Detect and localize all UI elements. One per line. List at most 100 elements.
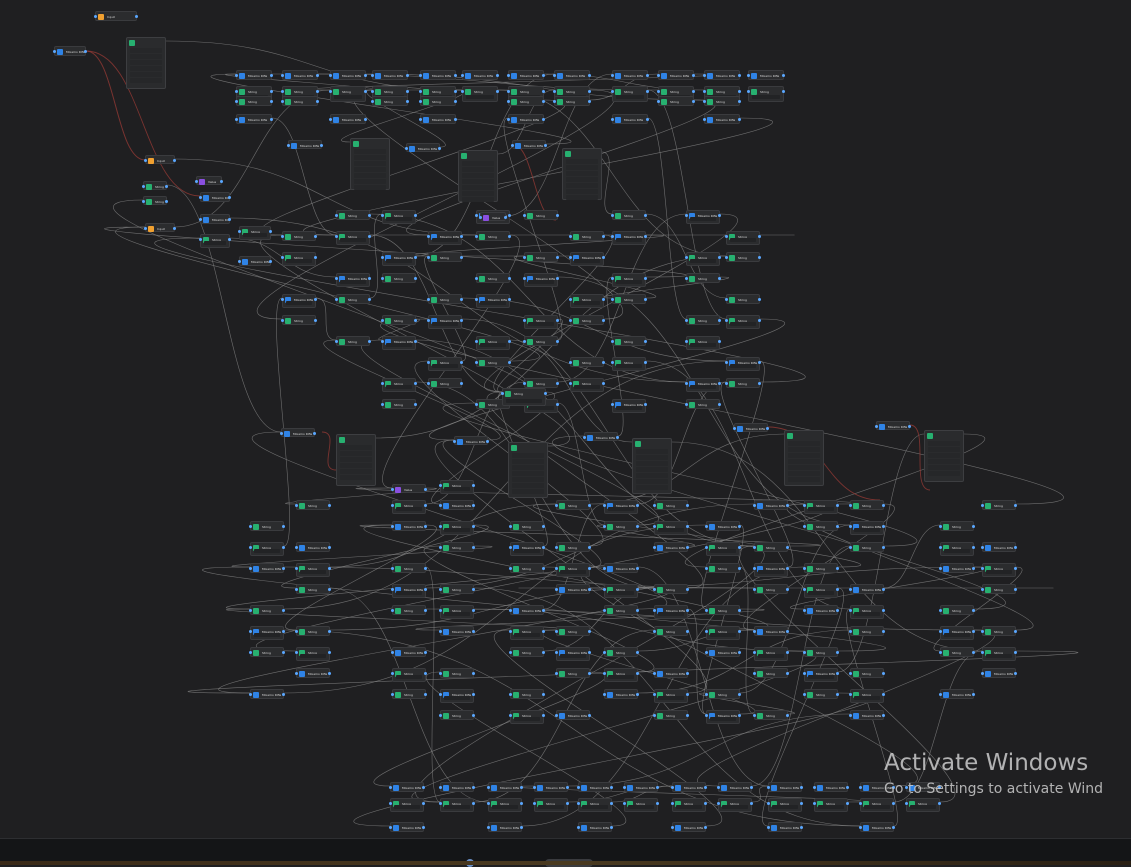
graph-node[interactable]: String [371,96,409,106]
input-port[interactable] [391,672,394,675]
node-field[interactable] [710,717,736,721]
output-port[interactable] [588,74,591,77]
group-row[interactable] [354,173,386,178]
node-field[interactable] [444,487,470,491]
group-row[interactable] [340,445,372,450]
input-port[interactable] [389,826,392,829]
input-port[interactable] [753,651,756,654]
graph-node[interactable]: String [487,798,523,812]
input-port[interactable] [249,525,252,528]
output-port[interactable] [472,484,475,487]
graph-node[interactable]: String [705,626,741,640]
input-port[interactable] [295,651,298,654]
input-port[interactable] [439,693,442,696]
output-port[interactable] [566,786,569,789]
input-port[interactable] [507,100,510,103]
group-row[interactable] [462,161,494,166]
input-port[interactable] [281,319,284,322]
node-field[interactable] [944,549,970,553]
input-port[interactable] [603,588,606,591]
graph-node[interactable]: String [611,86,649,102]
input-port[interactable] [553,74,556,77]
output-port[interactable] [836,651,839,654]
group-row[interactable] [130,78,162,83]
group-row[interactable] [636,455,668,460]
graph-node[interactable]: Mixamo Rifle [511,140,547,149]
output-port[interactable] [846,786,849,789]
node-field[interactable] [396,507,422,511]
input-port[interactable] [509,630,512,633]
graph-node[interactable]: String [281,252,317,266]
node-field[interactable] [772,805,798,809]
input-port[interactable] [371,100,374,103]
group-row[interactable] [512,489,544,494]
output-port[interactable] [738,693,741,696]
input-port[interactable] [705,651,708,654]
graph-node[interactable]: Mixamo Rifle [611,399,647,413]
output-port[interactable] [602,361,605,364]
output-port[interactable] [938,802,941,805]
input-port[interactable] [803,651,806,654]
input-port[interactable] [703,90,706,93]
graph-node[interactable]: String [705,542,741,556]
output-port[interactable] [472,786,475,789]
output-port[interactable] [313,432,316,435]
graph-node[interactable]: Mixamo Rifle [859,782,895,792]
graph-node[interactable]: Mixamo Rifle [509,542,545,556]
input-port[interactable] [511,144,514,147]
input-port[interactable] [671,786,674,789]
input-port[interactable] [803,567,806,570]
output-port[interactable] [738,651,741,654]
output-port[interactable] [602,298,605,301]
output-port[interactable] [165,185,168,188]
node-field[interactable] [710,633,736,637]
graph-node[interactable]: Mixamo Rifle [653,668,689,678]
output-port[interactable] [414,214,417,217]
output-port[interactable] [686,693,689,696]
graph-node[interactable]: String [295,584,331,594]
input-port[interactable] [427,382,430,385]
output-port[interactable] [1014,630,1017,633]
graph-node[interactable]: Mixamo Rifle [249,689,285,699]
output-port[interactable] [692,74,695,77]
output-port[interactable] [636,651,639,654]
graph-node[interactable]: Mixamo Rifle [603,563,639,573]
graph-node[interactable]: String [725,252,761,262]
output-port[interactable] [424,672,427,675]
group-row[interactable] [354,167,386,172]
input-port[interactable] [981,588,984,591]
output-port[interactable] [454,90,457,93]
node-field[interactable] [340,280,366,284]
input-port[interactable] [653,546,656,549]
graph-node[interactable]: String [533,798,569,812]
graph-node[interactable]: Mixamo Rifle [533,782,569,792]
node-field[interactable] [204,241,226,245]
input-port[interactable] [391,567,394,570]
output-port[interactable] [424,525,427,528]
output-port[interactable] [882,630,885,633]
output-port[interactable] [472,504,475,507]
input-port[interactable] [569,319,572,322]
graph-node[interactable]: Mixamo Rifle [389,822,425,832]
output-port[interactable] [556,382,559,385]
group-row[interactable] [354,161,386,166]
output-port[interactable] [270,118,273,121]
graph-node[interactable]: String [553,96,591,106]
input-port[interactable] [623,786,626,789]
output-port[interactable] [616,436,619,439]
output-port[interactable] [269,260,272,263]
graph-node[interactable]: String [509,647,545,657]
node-field[interactable] [608,507,634,511]
group-row[interactable] [462,197,494,202]
output-port[interactable] [718,214,721,217]
graph-node[interactable]: String [939,542,975,556]
graph-node[interactable]: String [281,231,317,241]
input-port[interactable] [981,672,984,675]
input-port[interactable] [611,403,614,406]
node-field[interactable] [730,238,756,242]
graph-node[interactable]: String [603,605,639,615]
node-field[interactable] [254,549,280,553]
node-field[interactable] [710,549,736,553]
output-port[interactable] [316,100,319,103]
input-port[interactable] [295,504,298,507]
